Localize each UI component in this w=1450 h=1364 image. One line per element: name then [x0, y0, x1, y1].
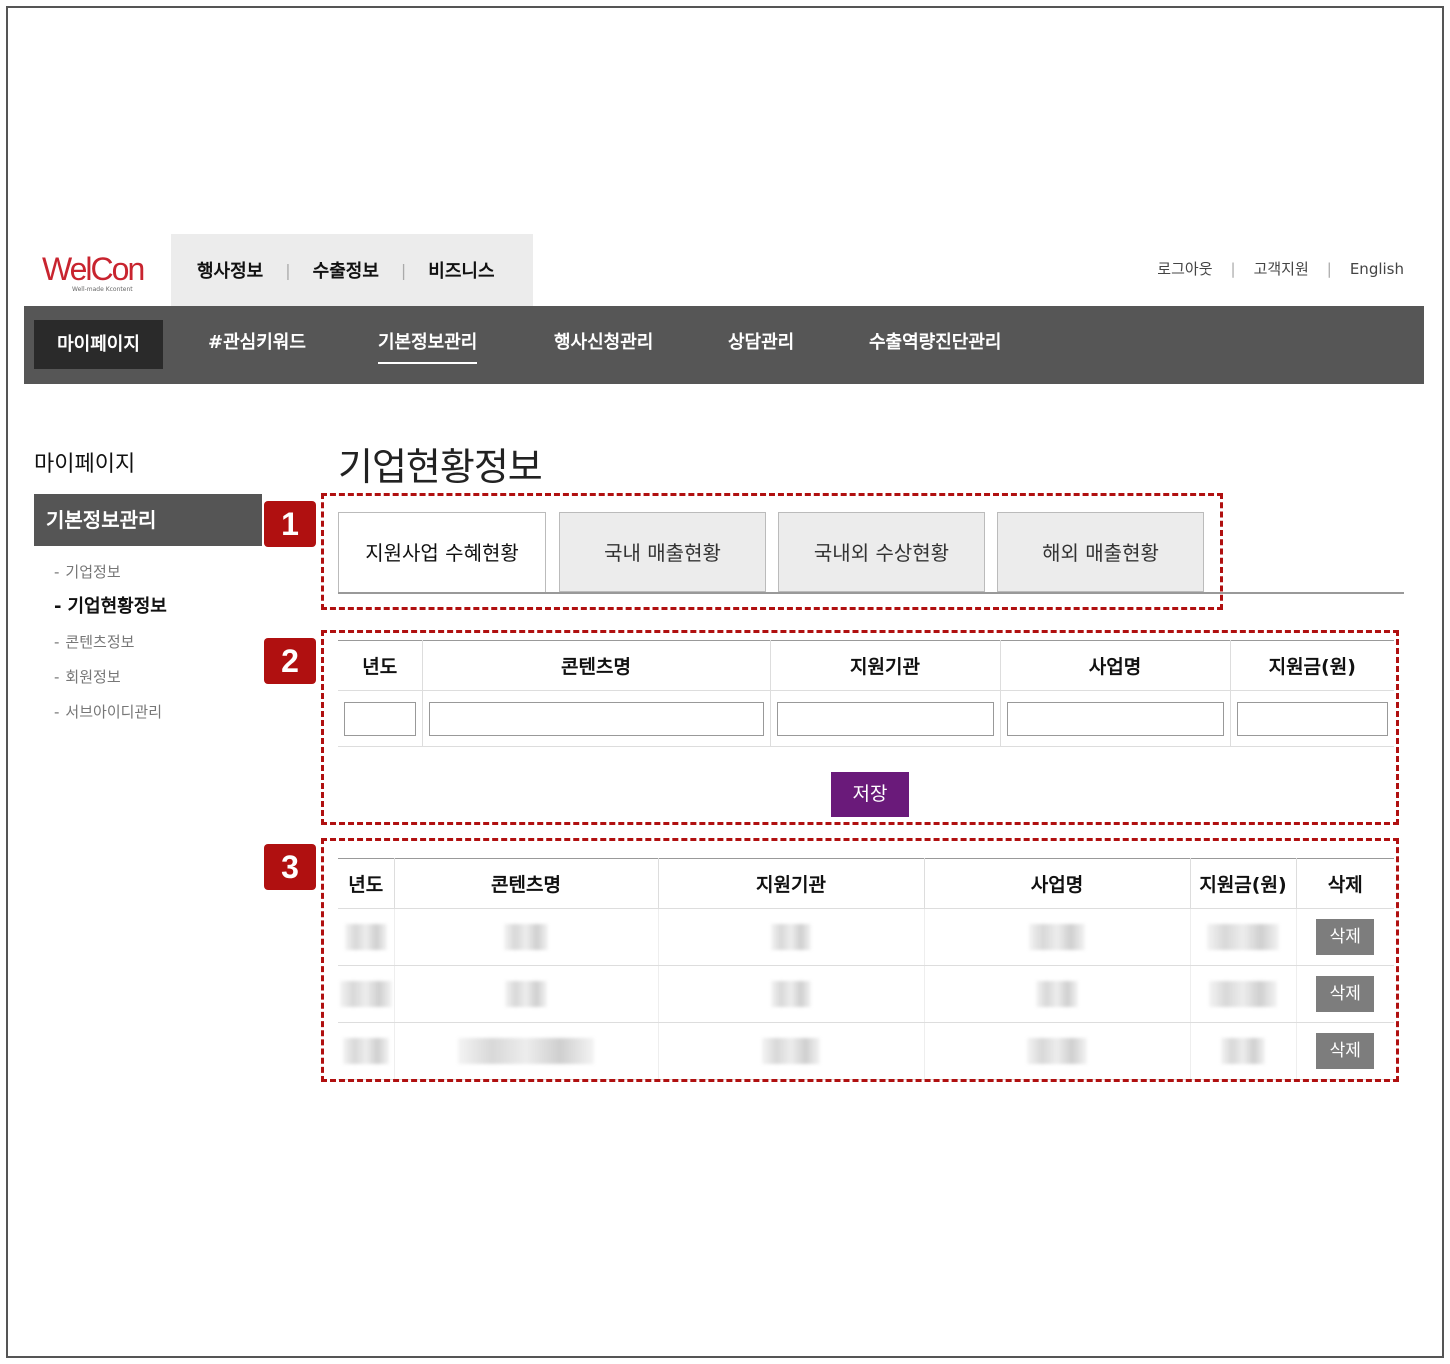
sidebar-item-company-info[interactable]: - 기업정보 — [54, 560, 167, 595]
sidebar-item-company-status[interactable]: - 기업현황정보 — [54, 595, 167, 630]
main-nav-export-diagnosis[interactable]: 수출역량진단관리 — [869, 328, 1001, 354]
main-nav-event-application[interactable]: 행사신청관리 — [554, 328, 653, 354]
sidebar-section-header[interactable]: 기본정보관리 — [34, 494, 262, 546]
main-nav-mypage[interactable]: 마이페이지 — [34, 320, 163, 369]
top-nav-export-info[interactable]: 수출정보 — [313, 257, 379, 283]
sidebar-item-label: 기업정보 — [65, 563, 121, 581]
sidebar-item-label: 회원정보 — [65, 668, 121, 686]
sidebar-item-member-info[interactable]: - 회원정보 — [54, 665, 167, 700]
english-link[interactable]: English — [1350, 260, 1404, 278]
main-nav-keywords[interactable]: #관심키워드 — [208, 328, 306, 354]
annotation-number-3: 3 — [264, 844, 316, 890]
top-nav-event-info[interactable]: 행사정보 — [197, 257, 263, 283]
sidebar-item-label: 서브아이디관리 — [65, 703, 163, 721]
logo-tagline: Well-made Kcontent — [72, 286, 133, 293]
divider: | — [1326, 259, 1332, 278]
sidebar-item-subid[interactable]: - 서브아이디관리 — [54, 700, 167, 735]
customer-support-link[interactable]: 고객지원 — [1254, 258, 1309, 279]
top-nav: 행사정보 | 수출정보 | 비즈니스 — [171, 234, 533, 306]
sidebar-item-content-info[interactable]: - 콘텐츠정보 — [54, 630, 167, 665]
annotation-number-2: 2 — [264, 638, 316, 684]
logo-wordmark: WelCon — [42, 251, 145, 287]
divider: | — [400, 260, 407, 280]
sidebar-item-label: 콘텐츠정보 — [65, 633, 135, 651]
annotation-box-tabs — [321, 493, 1223, 610]
annotation-box-list — [321, 838, 1399, 1082]
main-nav-consultation[interactable]: 상담관리 — [728, 328, 794, 354]
logout-link[interactable]: 로그아웃 — [1157, 258, 1212, 279]
main-nav-basic-info[interactable]: 기본정보관리 — [378, 328, 478, 364]
page-title: 기업현황정보 — [338, 445, 543, 489]
divider: | — [285, 260, 291, 280]
main-nav: 마이페이지 #관심키워드 기본정보관리 행사신청관리 상담관리 수출역량진단관리 — [24, 306, 1424, 384]
welcon-logo[interactable]: WelCon Well-made Kcontent — [42, 252, 152, 296]
sidebar-title: 마이페이지 — [34, 452, 136, 477]
divider: | — [1230, 259, 1236, 278]
utility-links: 로그아웃 | 고객지원 | English — [1157, 258, 1404, 279]
annotation-number-1: 1 — [264, 501, 316, 547]
annotation-box-form — [321, 630, 1399, 825]
sidebar-list: - 기업정보 - 기업현황정보 - 콘텐츠정보 - 회원정보 - 서브아이디관리 — [54, 560, 167, 735]
sidebar-item-label: 기업현황정보 — [67, 596, 167, 617]
top-nav-business[interactable]: 비즈니스 — [428, 257, 494, 283]
